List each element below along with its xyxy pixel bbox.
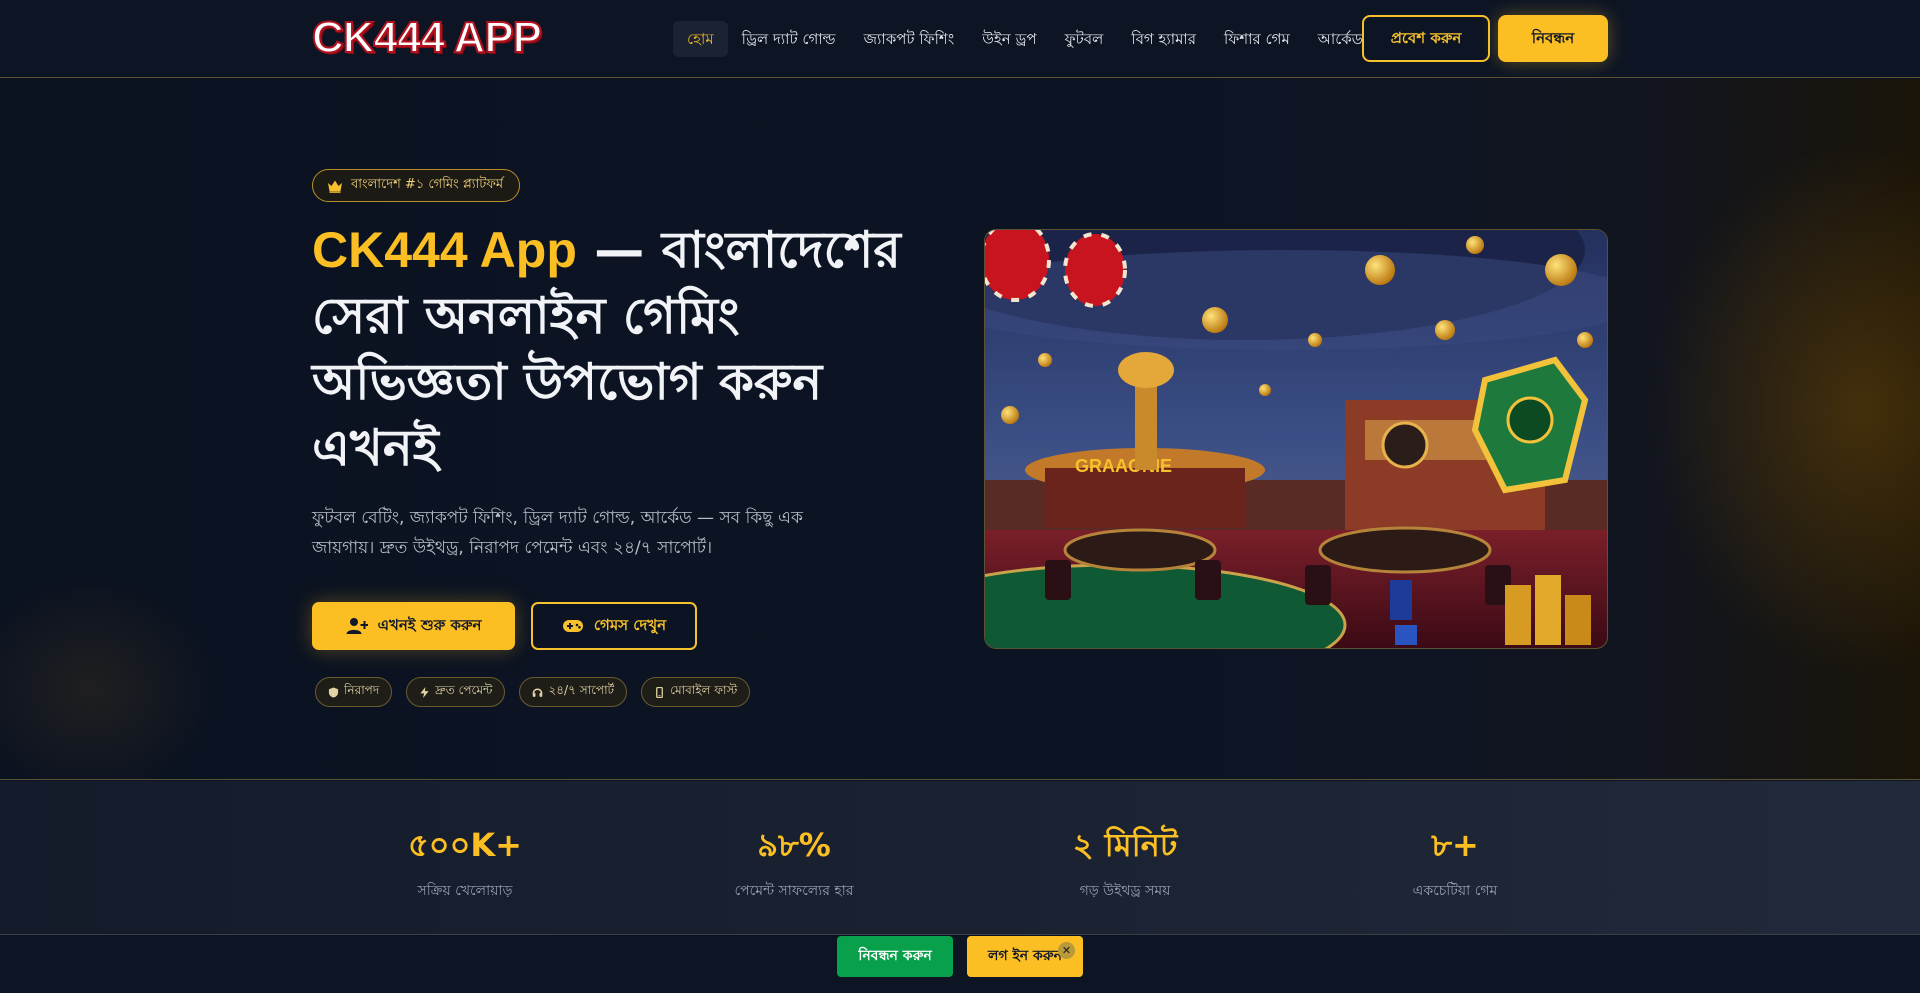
- nav-item-win-drop[interactable]: উইন ড্রপ: [968, 21, 1050, 57]
- chip-secure: নিরাপদ: [315, 677, 393, 707]
- bottom-cta-bar: [0, 936, 1920, 993]
- chip-fast-payment: দ্রুত পেমেন্ট: [406, 677, 506, 707]
- view-games-label: গেমস দেখুন: [593, 615, 667, 634]
- headset-icon: [533, 688, 543, 697]
- platform-badge: বাংলাদেশ #১ গেমিং প্ল্যাটফর্ম: [312, 169, 521, 202]
- nav-item-home[interactable]: হোম: [673, 21, 728, 57]
- nav-item-big-hammer[interactable]: বিগ হ্যামার: [1117, 21, 1210, 57]
- stat-label: গড় উইথড্র সময়: [1079, 883, 1171, 899]
- stats-bar: ৫০০K+ সক্রিয় খেলোয়াড় ৯৮% পেমেন্ট সাফল…: [0, 781, 1920, 935]
- stat-value: ৮+: [1431, 826, 1479, 864]
- hero-section: বাংলাদেশ #১ গেমিং প্ল্যাটফর্ম CK444 App …: [0, 79, 1920, 780]
- gamepad-icon: [562, 620, 583, 632]
- hero-title: CK444 App — বাংলাদেশের সেরা অনলাইন গেমিং…: [312, 217, 932, 481]
- view-games-button[interactable]: গেমস দেখুন: [531, 602, 697, 650]
- close-icon[interactable]: ✕: [1058, 942, 1075, 959]
- feature-chips: নিরাপদ দ্রুত পেমেন্ট ২৪/৭ সাপোর্ট মোবাইল…: [315, 677, 751, 707]
- register-button[interactable]: নিবন্ধন: [1498, 15, 1608, 62]
- stat-value: ৯৮%: [757, 826, 831, 864]
- nav-item-drill-that-gold[interactable]: ড্রিল দ্যাট গোল্ড: [728, 21, 850, 57]
- platform-badge-label: বাংলাদেশ #১ গেমিং প্ল্যাটফর্ম: [351, 177, 504, 192]
- logo[interactable]: CK444 APP: [311, 13, 543, 63]
- nav-item-football[interactable]: ফুটবল: [1051, 21, 1118, 57]
- start-now-label: এখনই শুরু করুন: [377, 615, 482, 634]
- chip-support: ২৪/৭ সাপোর্ট: [519, 677, 628, 707]
- stat-value: ৫০০K+: [408, 826, 522, 864]
- chip-mobile-first: মোবাইল ফাস্ট: [641, 677, 751, 707]
- mobile-icon: [656, 686, 664, 698]
- stat-label: পেমেন্ট সাফল্যের হার: [734, 883, 854, 899]
- hero-title-accent: CK444 App: [312, 222, 577, 278]
- lightning-icon: [420, 686, 429, 698]
- stat-label: সক্রিয় খেলোয়াড়: [417, 883, 513, 899]
- main-nav: হোম ড্রিল দ্যাট গোল্ড জ্যাকপট ফিশিং উইন …: [673, 20, 1377, 58]
- nav-item-fisher-game[interactable]: ফিশার গেম: [1210, 21, 1304, 57]
- stat-value: ২ মিনিট: [1072, 826, 1178, 864]
- nav-item-jackpot-fishing[interactable]: জ্যাকপট ফিশিং: [850, 21, 969, 57]
- stat-label: একচেটিয়া গেম: [1412, 883, 1498, 899]
- login-button[interactable]: প্রবেশ করুন: [1362, 15, 1490, 62]
- user-plus-icon: [346, 618, 368, 634]
- casino-sign: GRAAONIE: [1075, 456, 1172, 476]
- bottom-register-button[interactable]: নিবন্ধন করুন: [837, 936, 953, 977]
- start-now-button[interactable]: এখনই শুরু করুন: [312, 602, 515, 650]
- casino-hero-image: GRAAONIE: [984, 229, 1608, 649]
- hero-description: ফুটবল বেটিং, জ্যাকপট ফিশিং, ড্রিল দ্যাট …: [312, 508, 803, 558]
- crown-icon: [328, 180, 342, 193]
- shield-icon: [328, 686, 339, 698]
- top-navbar: CK444 APP হোম ড্রিল দ্যাট গোল্ড জ্যাকপট …: [0, 0, 1920, 78]
